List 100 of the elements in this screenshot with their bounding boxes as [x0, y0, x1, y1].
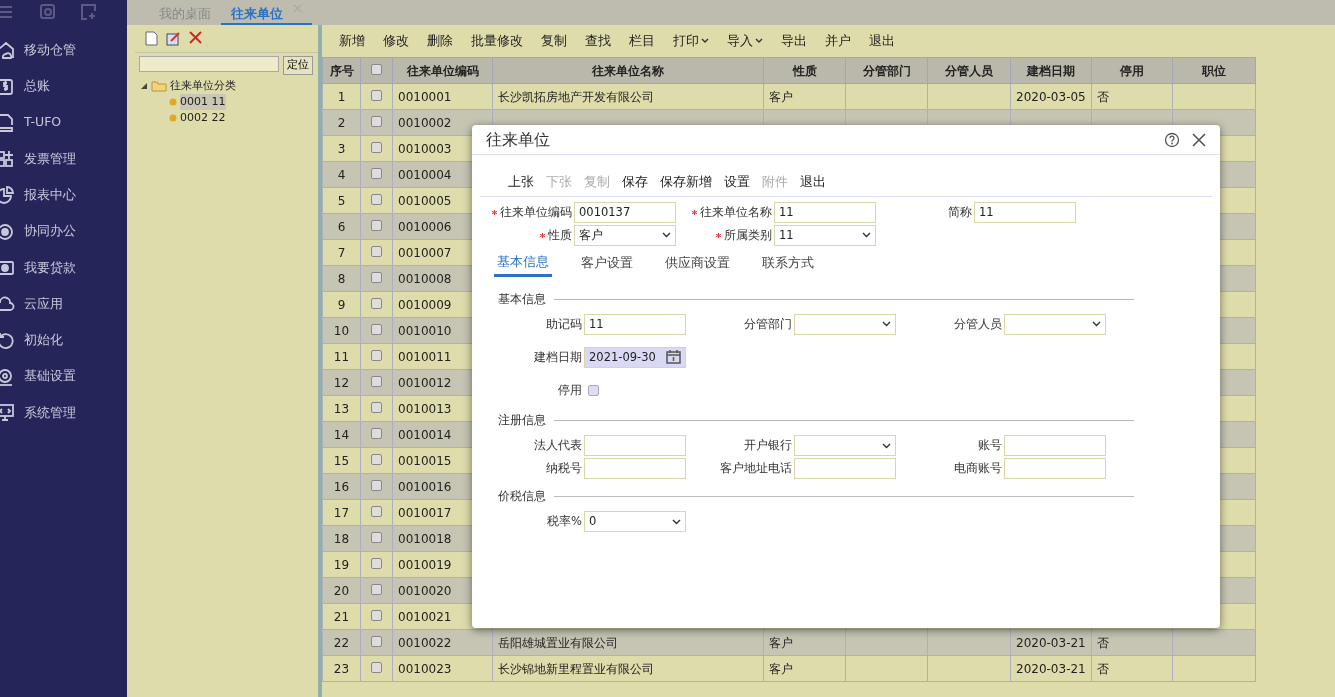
- toolbar-button[interactable]: 保存新增: [660, 173, 712, 192]
- new-document-icon[interactable]: [145, 31, 158, 46]
- tab[interactable]: 基本信息: [494, 252, 552, 277]
- toolbar-button[interactable]: 修改: [374, 31, 418, 51]
- input-field[interactable]: 11: [584, 313, 686, 335]
- tree-node[interactable]: 0001 11: [180, 93, 226, 111]
- edit-icon[interactable]: [166, 31, 181, 46]
- input-field[interactable]: [584, 458, 686, 479]
- row-checkbox[interactable]: [371, 375, 382, 387]
- toolbar-button[interactable]: 栏目: [620, 31, 664, 51]
- toolbar-button[interactable]: 查找: [576, 31, 620, 51]
- toolbar-button[interactable]: 批量修改: [462, 31, 532, 51]
- row-checkbox[interactable]: [371, 505, 382, 517]
- tree-node[interactable]: 往来单位分类: [170, 77, 236, 95]
- sidebar-item[interactable]: T-UFO: [24, 113, 62, 133]
- row-checkbox[interactable]: [371, 323, 382, 335]
- column-header: 停用: [1091, 57, 1173, 84]
- input-field[interactable]: [584, 435, 686, 456]
- toolbar-button[interactable]: 退出: [800, 173, 826, 192]
- table-cell: 23: [333, 661, 350, 676]
- row-checkbox[interactable]: [371, 661, 382, 673]
- row-checkbox[interactable]: [371, 531, 382, 543]
- sidebar-item[interactable]: 总账: [24, 77, 50, 96]
- menu-icon[interactable]: [0, 4, 14, 20]
- input-field[interactable]: 11: [774, 201, 876, 223]
- dropdown-field[interactable]: 客户: [574, 224, 676, 246]
- help-icon[interactable]: [1164, 131, 1180, 148]
- table-cell: 0010008: [398, 271, 452, 286]
- bullet-dot-icon: [169, 98, 177, 106]
- field-label: 分管人员: [954, 315, 1002, 333]
- tree-node[interactable]: 0002 22: [180, 109, 226, 127]
- row-checkbox[interactable]: [371, 349, 382, 361]
- row-checkbox[interactable]: [371, 297, 382, 309]
- close-icon[interactable]: [1192, 132, 1206, 147]
- toolbar-button[interactable]: 上张: [508, 173, 534, 192]
- row-checkbox[interactable]: [371, 635, 382, 647]
- dropdown-field[interactable]: [794, 435, 896, 456]
- table-cell: 0010013: [398, 401, 452, 416]
- row-checkbox[interactable]: [371, 271, 382, 283]
- dropdown-field[interactable]: [1004, 313, 1106, 335]
- tab[interactable]: 客户设置: [578, 252, 636, 277]
- sidebar-item[interactable]: 我要贷款: [24, 258, 76, 278]
- sidebar-item[interactable]: 发票管理: [24, 149, 76, 169]
- delete-icon[interactable]: [189, 31, 202, 44]
- toolbar-button[interactable]: 打印: [664, 31, 718, 51]
- row-checkbox[interactable]: [371, 557, 382, 569]
- row-checkbox[interactable]: [371, 193, 382, 205]
- sidebar-item[interactable]: 基础设置: [24, 367, 76, 387]
- row-checkbox[interactable]: [371, 141, 382, 153]
- row-checkbox[interactable]: [371, 609, 382, 621]
- table-cell: 18: [333, 531, 350, 546]
- toolbar-button[interactable]: 导出: [772, 31, 816, 51]
- tab[interactable]: 供应商设置: [662, 252, 733, 277]
- row-checkbox[interactable]: [371, 245, 382, 257]
- sidebar-item[interactable]: 报表中心: [24, 185, 76, 205]
- toolbar-button[interactable]: 导入: [718, 31, 772, 51]
- dropdown-field[interactable]: 0: [584, 511, 686, 533]
- locate-button[interactable]: 定位: [283, 56, 313, 75]
- field-label: 税率%: [547, 513, 582, 531]
- row-checkbox[interactable]: [371, 479, 382, 491]
- row-checkbox[interactable]: [371, 167, 382, 179]
- input-field[interactable]: 0010137: [574, 201, 676, 223]
- search-field[interactable]: [139, 56, 279, 72]
- field-label: 往来单位编码: [500, 203, 572, 221]
- input-field[interactable]: [1004, 435, 1106, 456]
- column-header: 分管部门: [845, 57, 928, 84]
- expanded-arrow-icon[interactable]: [141, 82, 148, 90]
- toolbar-button[interactable]: 设置: [724, 173, 750, 192]
- sidebar-item[interactable]: 系统管理: [24, 403, 76, 423]
- row-checkbox[interactable]: [371, 427, 382, 439]
- tab[interactable]: 联系方式: [759, 252, 817, 277]
- calendar-icon[interactable]: [666, 350, 681, 365]
- checkbox[interactable]: [588, 384, 599, 396]
- toolbar-button[interactable]: 删除: [418, 31, 462, 51]
- date-field[interactable]: 2021-09-30: [584, 346, 686, 368]
- row-checkbox[interactable]: [371, 401, 382, 413]
- toolbar-button[interactable]: 保存: [622, 173, 648, 192]
- sidebar-item[interactable]: 移动仓管: [24, 40, 76, 60]
- sidebar-item[interactable]: 协同办公: [24, 222, 76, 241]
- input-field[interactable]: 11: [974, 201, 1076, 223]
- table-cell: 0010009: [398, 297, 452, 312]
- sidebar-item[interactable]: 云应用: [24, 294, 63, 314]
- row-checkbox[interactable]: [371, 453, 382, 465]
- table-cell: 否: [1097, 89, 1109, 104]
- row-checkbox[interactable]: [371, 583, 382, 595]
- select-all-checkbox[interactable]: [371, 63, 382, 75]
- add-page-icon[interactable]: [81, 4, 97, 20]
- input-field[interactable]: [794, 458, 896, 479]
- sidebar-item[interactable]: 初始化: [24, 331, 63, 350]
- toolbar-button[interactable]: 退出: [860, 31, 904, 51]
- field-label: 开户银行: [744, 436, 792, 454]
- row-checkbox[interactable]: [371, 115, 382, 127]
- row-checkbox[interactable]: [371, 89, 382, 101]
- row-checkbox[interactable]: [371, 219, 382, 231]
- dropdown-field[interactable]: [794, 313, 896, 335]
- dropdown-field[interactable]: 11: [774, 224, 876, 246]
- toolbar-button[interactable]: 并户: [816, 31, 860, 51]
- toolbar-button[interactable]: 新增: [330, 31, 374, 51]
- toolbar-button[interactable]: 复制: [532, 31, 576, 51]
- input-field[interactable]: [1004, 458, 1106, 479]
